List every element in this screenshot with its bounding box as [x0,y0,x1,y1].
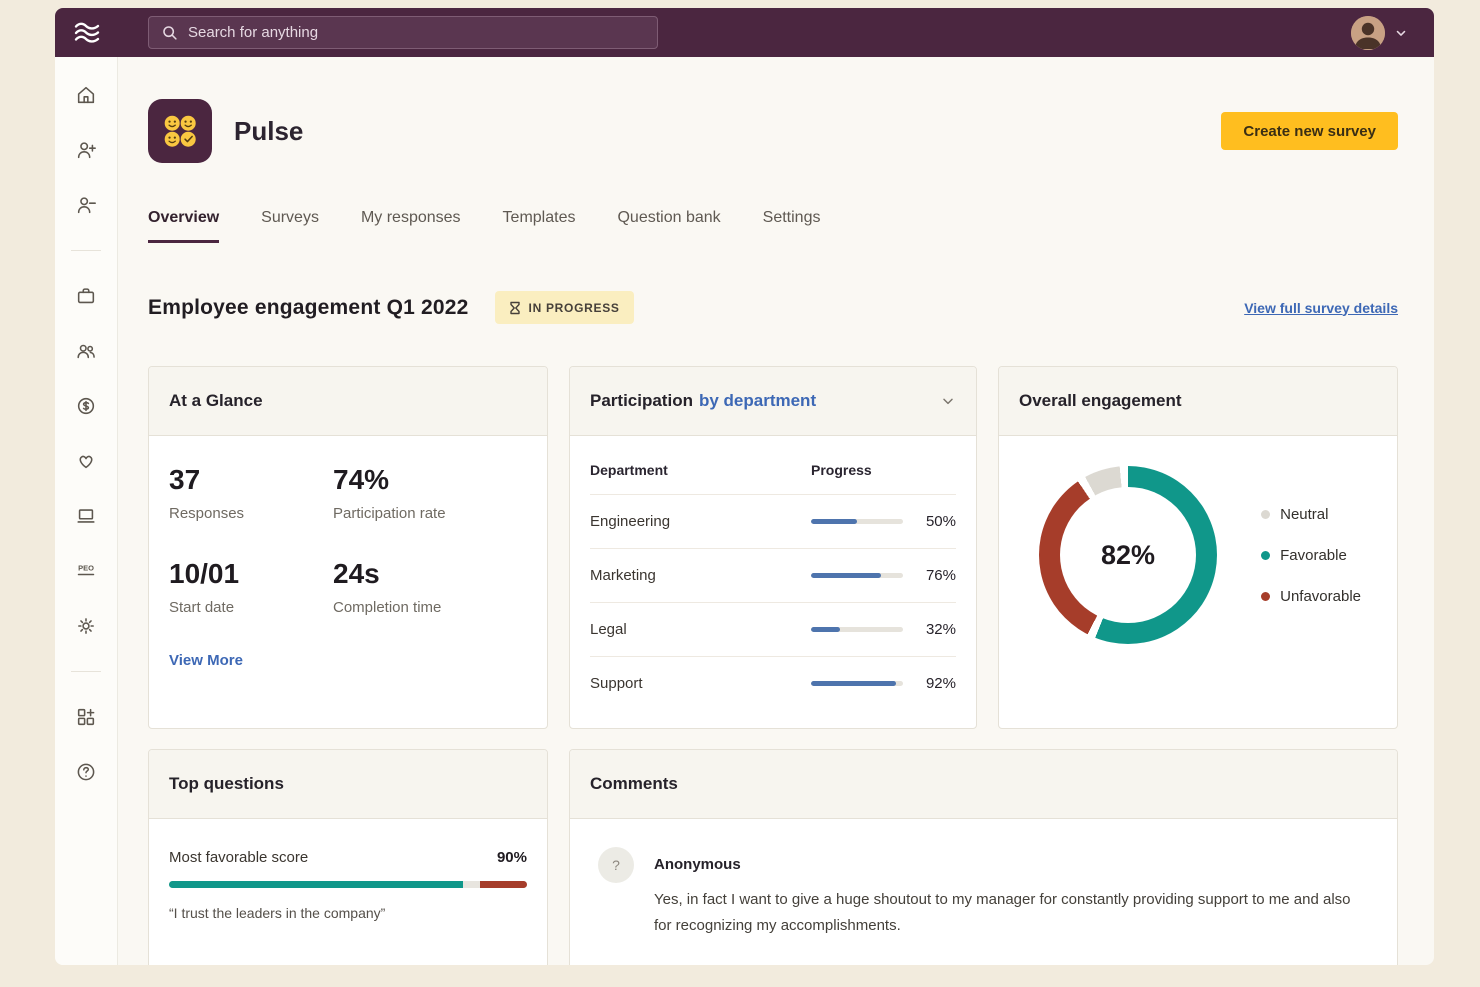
sidebar-divider [71,250,101,251]
benefits-heart-icon[interactable] [74,449,98,473]
legend-item-favorable: Favorable [1261,547,1361,564]
help-icon[interactable] [74,760,98,784]
engagement-score: 82% [1060,487,1196,623]
bar-segment-neutral [462,881,481,888]
table-row: Legal 32% [590,602,956,656]
top-questions-card: Top questions Most favorable score 90% “… [148,749,548,965]
department-name: Support [590,675,643,692]
at-a-glance-header: At a Glance [149,367,547,436]
tab-bar: Overview Surveys My responses Templates … [148,209,1398,243]
comment-item: ? Anonymous Yes, in fact I want to give … [570,819,1397,965]
page-title: Pulse [234,115,304,146]
payroll-dollar-icon[interactable] [74,394,98,418]
metric-value: 90% [496,849,527,866]
comment-text: Yes, in fact I want to give a huge shout… [654,891,1351,935]
tab-settings[interactable]: Settings [763,209,821,243]
app-window: PEO [55,8,1434,965]
legend-item-neutral: Neutral [1261,506,1361,523]
tab-surveys[interactable]: Surveys [261,209,319,243]
stat-participation-rate: 74% Participation rate [333,464,446,522]
progress-track [811,519,903,524]
avatar-chevron-down-icon[interactable] [1394,26,1408,40]
sidebar: PEO [55,57,118,965]
top-questions-header: Top questions [149,750,547,819]
briefcase-icon[interactable] [74,284,98,308]
search-input[interactable] [188,24,645,41]
comments-card: Comments ? Anonymous Yes, in fact I want… [569,749,1398,965]
add-user-icon[interactable] [74,138,98,162]
hourglass-icon [509,301,521,315]
sidebar-divider [71,671,101,672]
progress-percent: 50% [925,513,956,530]
status-badge: IN PROGRESS [494,291,634,324]
department-name: Marketing [590,567,656,584]
progress-track [811,573,903,578]
participation-header[interactable]: Participation by department [570,367,976,436]
participation-filter-value[interactable]: by department [699,391,816,411]
pulse-app-icon [148,99,212,163]
team-icon[interactable] [74,339,98,363]
avatar[interactable] [1351,15,1385,50]
apps-grid-icon[interactable] [74,705,98,729]
overall-engagement-card: Overall engagement 82% Neutral Favorable… [998,366,1398,729]
global-search [148,16,658,49]
participation-card: Participation by department Department P… [569,366,977,729]
view-more-link[interactable]: View More [169,652,243,669]
progress-fill [811,681,896,686]
question-quote: “I trust the leaders in the company” [169,905,386,921]
stat-responses: 37 Responses [169,464,245,522]
table-row: Marketing 76% [590,548,956,602]
chevron-down-icon[interactable] [940,393,956,409]
legend-dot [1261,591,1271,601]
topbar [55,8,1434,57]
progress-fill [811,627,841,632]
legend-dot [1261,509,1271,519]
bar-segment-unfavorable [480,881,527,888]
donut-legend: Neutral Favorable Unfavorable [1261,506,1361,605]
view-full-survey-details-link[interactable]: View full survey details [1244,300,1398,316]
engagement-donut-chart: 82% [1039,466,1217,644]
tab-overview[interactable]: Overview [148,209,220,243]
comment-author: Anonymous [654,856,741,873]
rippling-logo[interactable] [55,21,118,45]
settings-gear-icon[interactable] [74,614,98,638]
devices-laptop-icon[interactable] [74,504,98,528]
legend-item-unfavorable: Unfavorable [1261,588,1361,605]
search-icon [161,24,178,41]
stat-completion-time: 24s Completion time [333,558,442,616]
peo-icon[interactable]: PEO [74,559,98,583]
metric-label: Most favorable score [169,849,309,866]
department-name: Legal [590,621,627,638]
progress-track [811,627,903,632]
progress-fill [811,573,881,578]
progress-percent: 76% [925,567,956,584]
progress-track [811,681,903,686]
survey-title: Employee engagement Q1 2022 [148,295,469,319]
home-icon[interactable] [74,83,98,107]
anonymous-avatar: ? [598,847,634,883]
at-a-glance-card: At a Glance 37 Responses 74% Participati… [148,366,548,729]
remove-user-icon[interactable] [74,193,98,217]
svg-text:PEO: PEO [78,564,94,573]
bar-segment-favorable [169,881,463,888]
stat-start-date: 10/01 Start date [169,558,240,616]
table-row: Support 92% [590,656,956,710]
participation-table-header: Department Progress [590,462,872,478]
progress-fill [811,519,857,524]
legend-dot [1261,550,1271,560]
tab-my-responses[interactable]: My responses [361,209,461,243]
progress-percent: 92% [925,675,956,692]
tab-templates[interactable]: Templates [503,209,576,243]
table-row: Engineering 50% [590,494,956,548]
favorability-bar [169,881,527,888]
overall-engagement-header: Overall engagement [999,367,1397,436]
tab-question-bank[interactable]: Question bank [617,209,720,243]
comments-header: Comments [570,750,1397,819]
main-content: Pulse Create new survey Overview Surveys… [118,57,1434,965]
department-name: Engineering [590,513,671,530]
create-new-survey-button[interactable]: Create new survey [1221,112,1398,150]
progress-percent: 32% [925,621,956,638]
